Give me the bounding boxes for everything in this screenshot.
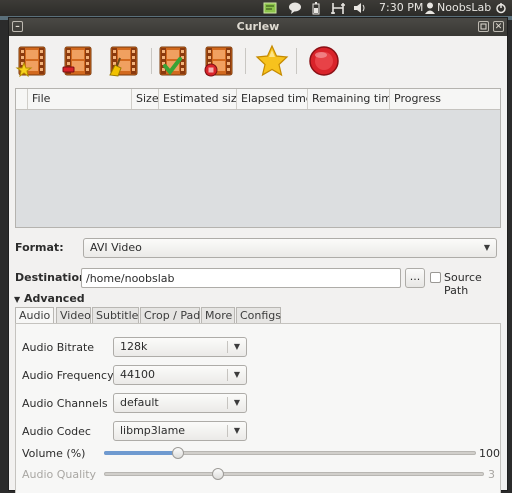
power-icon[interactable] xyxy=(494,0,508,16)
volume-value: 100 xyxy=(479,447,500,460)
volume-label: Volume (%) xyxy=(22,447,86,460)
audio-quality-slider[interactable] xyxy=(104,468,484,480)
clear-list-button[interactable] xyxy=(107,44,141,78)
battery-icon[interactable] xyxy=(310,0,322,16)
format-select[interactable]: AVI Video ▼ xyxy=(83,238,497,258)
tab-video[interactable]: Video xyxy=(56,307,91,323)
tab-more[interactable]: More xyxy=(201,307,235,323)
browse-button[interactable]: ... xyxy=(405,268,425,288)
column-checkbox[interactable] xyxy=(16,89,28,109)
audio-frequency-select[interactable]: 44100 ▼ xyxy=(113,365,247,385)
notes-icon[interactable] xyxy=(262,0,278,16)
chevron-down-icon: ▼ xyxy=(233,370,241,379)
destination-text[interactable] xyxy=(82,269,400,287)
clock[interactable]: 7:30 PM xyxy=(379,0,423,16)
film-minus-icon xyxy=(62,46,92,76)
advanced-label: Advanced xyxy=(24,292,85,305)
column-progress[interactable]: Progress xyxy=(390,89,500,109)
window-titlebar[interactable]: – Curlew ✕ xyxy=(9,18,507,36)
star-icon xyxy=(255,44,289,77)
tab-configs[interactable]: Configs xyxy=(236,307,281,323)
slider-fill xyxy=(104,451,178,455)
file-list-body[interactable] xyxy=(16,109,500,227)
audio-bitrate-select[interactable]: 128k ▼ xyxy=(113,337,247,357)
about-button[interactable] xyxy=(255,44,289,78)
audio-bitrate-label: Audio Bitrate xyxy=(22,341,95,354)
destination-label: Destination: xyxy=(15,271,92,284)
format-label: Format: xyxy=(15,241,64,254)
tab-crop-pad[interactable]: Crop / Pad xyxy=(140,307,200,323)
format-value: AVI Video xyxy=(90,241,142,254)
toolbar-separator xyxy=(296,48,297,74)
column-remaining-time[interactable]: Remaining time xyxy=(308,89,390,109)
audio-frequency-label: Audio Frequency xyxy=(22,369,114,382)
chevron-down-icon: ▼ xyxy=(233,398,241,407)
combo-separator xyxy=(227,425,228,437)
file-list[interactable]: File Size Estimated size Elapsed time Re… xyxy=(15,88,501,228)
user-icon xyxy=(424,0,436,16)
audio-codec-label: Audio Codec xyxy=(22,425,91,438)
remove-file-button[interactable] xyxy=(61,44,95,78)
combo-separator xyxy=(227,369,228,381)
advanced-expander[interactable]: ▼ Advanced xyxy=(14,292,85,305)
tab-subtitle[interactable]: Subtitle xyxy=(92,307,139,323)
file-list-header: File Size Estimated size Elapsed time Re… xyxy=(16,89,500,110)
column-size[interactable]: Size xyxy=(132,89,159,109)
audio-channels-select[interactable]: default ▼ xyxy=(113,393,247,413)
combo-separator xyxy=(227,397,228,409)
column-estimated-size[interactable]: Estimated size xyxy=(159,89,237,109)
restore-button[interactable] xyxy=(478,21,489,32)
audio-bitrate-value: 128k xyxy=(120,340,148,353)
network-icon[interactable] xyxy=(330,0,346,16)
slider-handle[interactable] xyxy=(172,447,184,459)
toolbar-separator xyxy=(151,48,152,74)
system-top-panel: 7:30 PM NoobsLab xyxy=(0,0,512,16)
audio-codec-value: libmp3lame xyxy=(120,424,186,437)
column-file[interactable]: File xyxy=(28,89,132,109)
source-path-checkbox[interactable] xyxy=(430,272,441,283)
toolbar-separator xyxy=(245,48,246,74)
close-button[interactable]: ✕ xyxy=(493,21,504,32)
slider-track xyxy=(104,472,484,476)
convert-button[interactable] xyxy=(156,44,190,78)
window-title: Curlew xyxy=(236,20,280,33)
stop-button[interactable] xyxy=(202,44,236,78)
audio-frequency-value: 44100 xyxy=(120,368,155,381)
column-elapsed-time[interactable]: Elapsed time xyxy=(237,89,308,109)
add-file-button[interactable] xyxy=(15,44,49,78)
volume-slider[interactable] xyxy=(104,447,476,459)
film-check-icon xyxy=(159,46,187,76)
expander-arrow-icon: ▼ xyxy=(14,295,21,304)
film-stop-icon xyxy=(204,46,233,77)
audio-quality-label: Audio Quality xyxy=(22,468,97,481)
combo-separator xyxy=(227,341,228,353)
username[interactable]: NoobsLab xyxy=(437,0,491,16)
destination-input[interactable] xyxy=(81,268,401,288)
audio-quality-value: 3 xyxy=(488,468,495,481)
audio-codec-select[interactable]: libmp3lame ▼ xyxy=(113,421,247,441)
quit-icon xyxy=(309,46,339,76)
audio-channels-label: Audio Channels xyxy=(22,397,108,410)
audio-tab-panel: Audio Bitrate 128k ▼ Audio Frequency 441… xyxy=(15,323,501,493)
source-path-label[interactable]: Source Path xyxy=(444,271,507,297)
film-star-icon xyxy=(15,46,46,78)
film-broom-icon xyxy=(109,46,138,77)
chevron-down-icon: ▼ xyxy=(483,243,491,252)
curlew-window: – Curlew ✕ File Size Estimated size Elap… xyxy=(8,17,508,493)
chevron-down-icon: ▼ xyxy=(233,426,241,435)
volume-icon[interactable] xyxy=(352,0,368,16)
audio-channels-value: default xyxy=(120,396,159,409)
tab-audio[interactable]: Audio xyxy=(15,307,54,324)
slider-handle[interactable] xyxy=(212,468,224,480)
quit-button[interactable] xyxy=(307,44,341,78)
minimize-button[interactable]: – xyxy=(12,21,23,32)
chevron-down-icon: ▼ xyxy=(233,342,241,351)
chat-icon[interactable] xyxy=(287,0,303,16)
